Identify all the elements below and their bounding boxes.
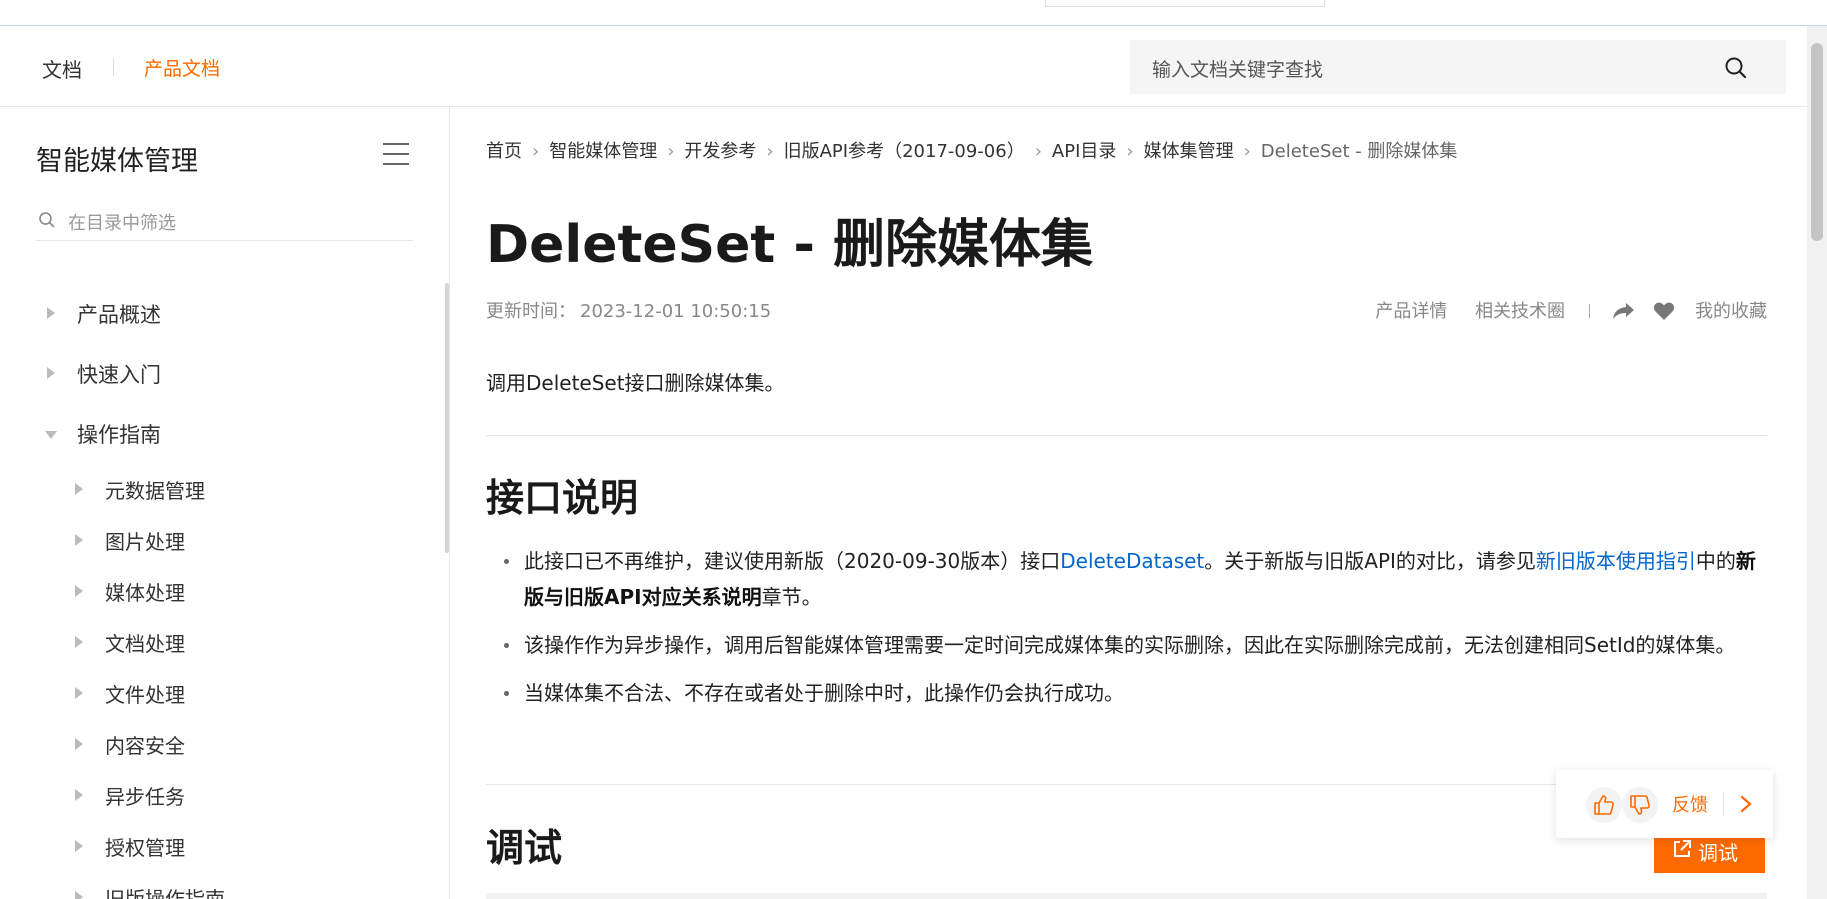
feedback-label[interactable]: 反馈 [1672, 791, 1708, 817]
toc-item-label: 授权管理 [105, 836, 185, 860]
note-text: 当媒体集不合法、不存在或者处于删除中时，此操作仍会执行成功。 [524, 681, 1124, 705]
list-item: 当媒体集不合法、不存在或者处于删除中时，此操作仍会执行成功。 [486, 675, 1771, 711]
sidebar-title: 智能媒体管理 [36, 146, 198, 177]
sidebar-scrollbar[interactable] [445, 283, 449, 553]
tech-circle-link[interactable]: 相关技术圈 [1475, 297, 1565, 323]
page-scrollbar-thumb[interactable] [1811, 43, 1823, 241]
chevron-right-icon: › [532, 141, 540, 162]
caret-right-icon [75, 840, 83, 852]
toc-item-label: 文件处理 [105, 683, 185, 707]
nav-divider [113, 58, 114, 76]
divider [486, 435, 1767, 436]
caret-right-icon [47, 307, 55, 319]
chevron-right-icon: › [1243, 141, 1251, 162]
toc-item-label: 图片处理 [105, 530, 185, 554]
menu-icon[interactable] [383, 143, 409, 165]
debug-button-label: 调试 [1698, 841, 1738, 865]
update-time-value: 2023-12-01 10:50:15 [580, 301, 772, 322]
caret-right-icon [75, 585, 83, 597]
search-placeholder: 输入文档关键字查找 [1152, 59, 1324, 81]
delete-dataset-link[interactable]: DeleteDataset [1060, 549, 1204, 573]
search-input[interactable]: 输入文档关键字查找 [1130, 40, 1786, 94]
search-icon [39, 212, 55, 228]
chevron-right-icon: › [766, 141, 774, 162]
chevron-right-icon[interactable] [1740, 795, 1752, 813]
bullet-dot [504, 691, 509, 696]
article-meta-links: 产品详情 相关技术圈 我的收藏 [1375, 297, 1767, 323]
bullet-dot [504, 643, 509, 648]
section-title-debug: 调试 [486, 826, 563, 870]
note-text: 中的 [1695, 549, 1736, 573]
thumbs-down-button[interactable] [1622, 787, 1658, 823]
note-text: 此接口已不再维护，建议使用新版（2020-09-30版本）接口 [524, 549, 1061, 573]
breadcrumb-current: DeleteSet - 删除媒体集 [1260, 141, 1458, 162]
chevron-right-icon: › [1126, 141, 1134, 162]
version-guide-link[interactable]: 新旧版本使用指引 [1536, 549, 1696, 573]
intro-text: 调用DeleteSet接口删除媒体集。 [486, 371, 785, 395]
feedback-widget: 反馈 [1556, 770, 1773, 838]
nav-product-docs-link[interactable]: 产品文档 [144, 54, 220, 81]
caret-right-icon [75, 534, 83, 546]
page-title: DeleteSet - 删除媒体集 [486, 215, 1094, 275]
caret-right-icon [75, 738, 83, 750]
thumbs-down-icon [1630, 795, 1650, 815]
chevron-right-icon: › [667, 141, 675, 162]
toc-filter-placeholder: 在目录中筛选 [68, 213, 176, 234]
toc-item-label: 元数据管理 [105, 479, 205, 503]
toc-item-label: 操作指南 [77, 423, 161, 447]
feedback-divider [1723, 792, 1724, 816]
search-icon[interactable] [1724, 56, 1748, 80]
api-notes-list: 此接口已不再维护，建议使用新版（2020-09-30版本）接口DeleteDat… [486, 543, 1771, 723]
meta-divider [1588, 304, 1590, 318]
breadcrumb-item[interactable]: 媒体集管理 [1144, 137, 1234, 163]
toc-item-label: 文档处理 [105, 632, 185, 656]
sidebar: 智能媒体管理 在目录中筛选 产品概述 快速入门 操作指南 元数据管理 图片处理 … [0, 107, 450, 899]
chevron-right-icon: › [1034, 141, 1042, 162]
caret-right-icon [75, 789, 83, 801]
thumbs-up-button[interactable] [1586, 787, 1622, 823]
toc-item-label: 旧版操作指南 [105, 887, 225, 899]
note-text: 。关于新版与旧版API的对比，请参见 [1204, 549, 1536, 573]
share-icon[interactable] [1612, 301, 1636, 321]
browser-top-strip [0, 0, 1827, 26]
thumbs-up-icon [1594, 795, 1614, 815]
my-favorites-link[interactable]: 我的收藏 [1695, 297, 1767, 323]
caret-down-icon [45, 431, 57, 439]
caret-right-icon [75, 483, 83, 495]
note-text: 该操作作为异步操作，调用后智能媒体管理需要一定时间完成媒体集的实际删除，因此在实… [524, 633, 1736, 657]
update-time-label: 更新时间： [486, 301, 576, 322]
list-item: 该操作作为异步操作，调用后智能媒体管理需要一定时间完成媒体集的实际删除，因此在实… [486, 627, 1771, 663]
caret-right-icon [75, 636, 83, 648]
toc-item-label: 异步任务 [105, 785, 185, 809]
bullet-dot [504, 559, 509, 564]
breadcrumb-item[interactable]: 开发参考 [684, 137, 756, 163]
caret-right-icon [75, 687, 83, 699]
heart-icon[interactable] [1653, 301, 1675, 321]
top-tab-remnant [1045, 0, 1325, 7]
toc-item-label: 快速入门 [77, 363, 161, 387]
breadcrumb-item[interactable]: 旧版API参考（2017-09-06） [784, 137, 1025, 163]
breadcrumb-item[interactable]: 智能媒体管理 [549, 137, 657, 163]
update-time: 更新时间： 2023-12-01 10:50:15 [486, 297, 771, 323]
toc-item-label: 产品概述 [77, 303, 161, 327]
toc-item-label: 媒体处理 [105, 581, 185, 605]
nav-docs-link[interactable]: 文档 [42, 54, 82, 83]
caret-right-icon [75, 891, 83, 899]
product-detail-link[interactable]: 产品详情 [1375, 301, 1447, 322]
page-scrollbar[interactable] [1807, 26, 1827, 899]
site-header: 文档 产品文档 输入文档关键字查找 [0, 26, 1807, 107]
external-link-icon [1674, 840, 1691, 857]
breadcrumb-item[interactable]: API目录 [1052, 137, 1116, 163]
list-item: 此接口已不再维护，建议使用新版（2020-09-30版本）接口DeleteDat… [486, 543, 1771, 615]
toc-filter-input[interactable]: 在目录中筛选 [36, 205, 413, 241]
code-block-top [486, 893, 1767, 899]
breadcrumb: 首页 › 智能媒体管理 › 开发参考 › 旧版API参考（2017-09-06） › API目录… [486, 137, 1457, 163]
note-text: 章节。 [761, 585, 822, 609]
section-title-api-description: 接口说明 [486, 476, 639, 520]
toc-item-label: 内容安全 [105, 734, 185, 758]
breadcrumb-item[interactable]: 首页 [486, 137, 522, 163]
caret-right-icon [47, 367, 55, 379]
